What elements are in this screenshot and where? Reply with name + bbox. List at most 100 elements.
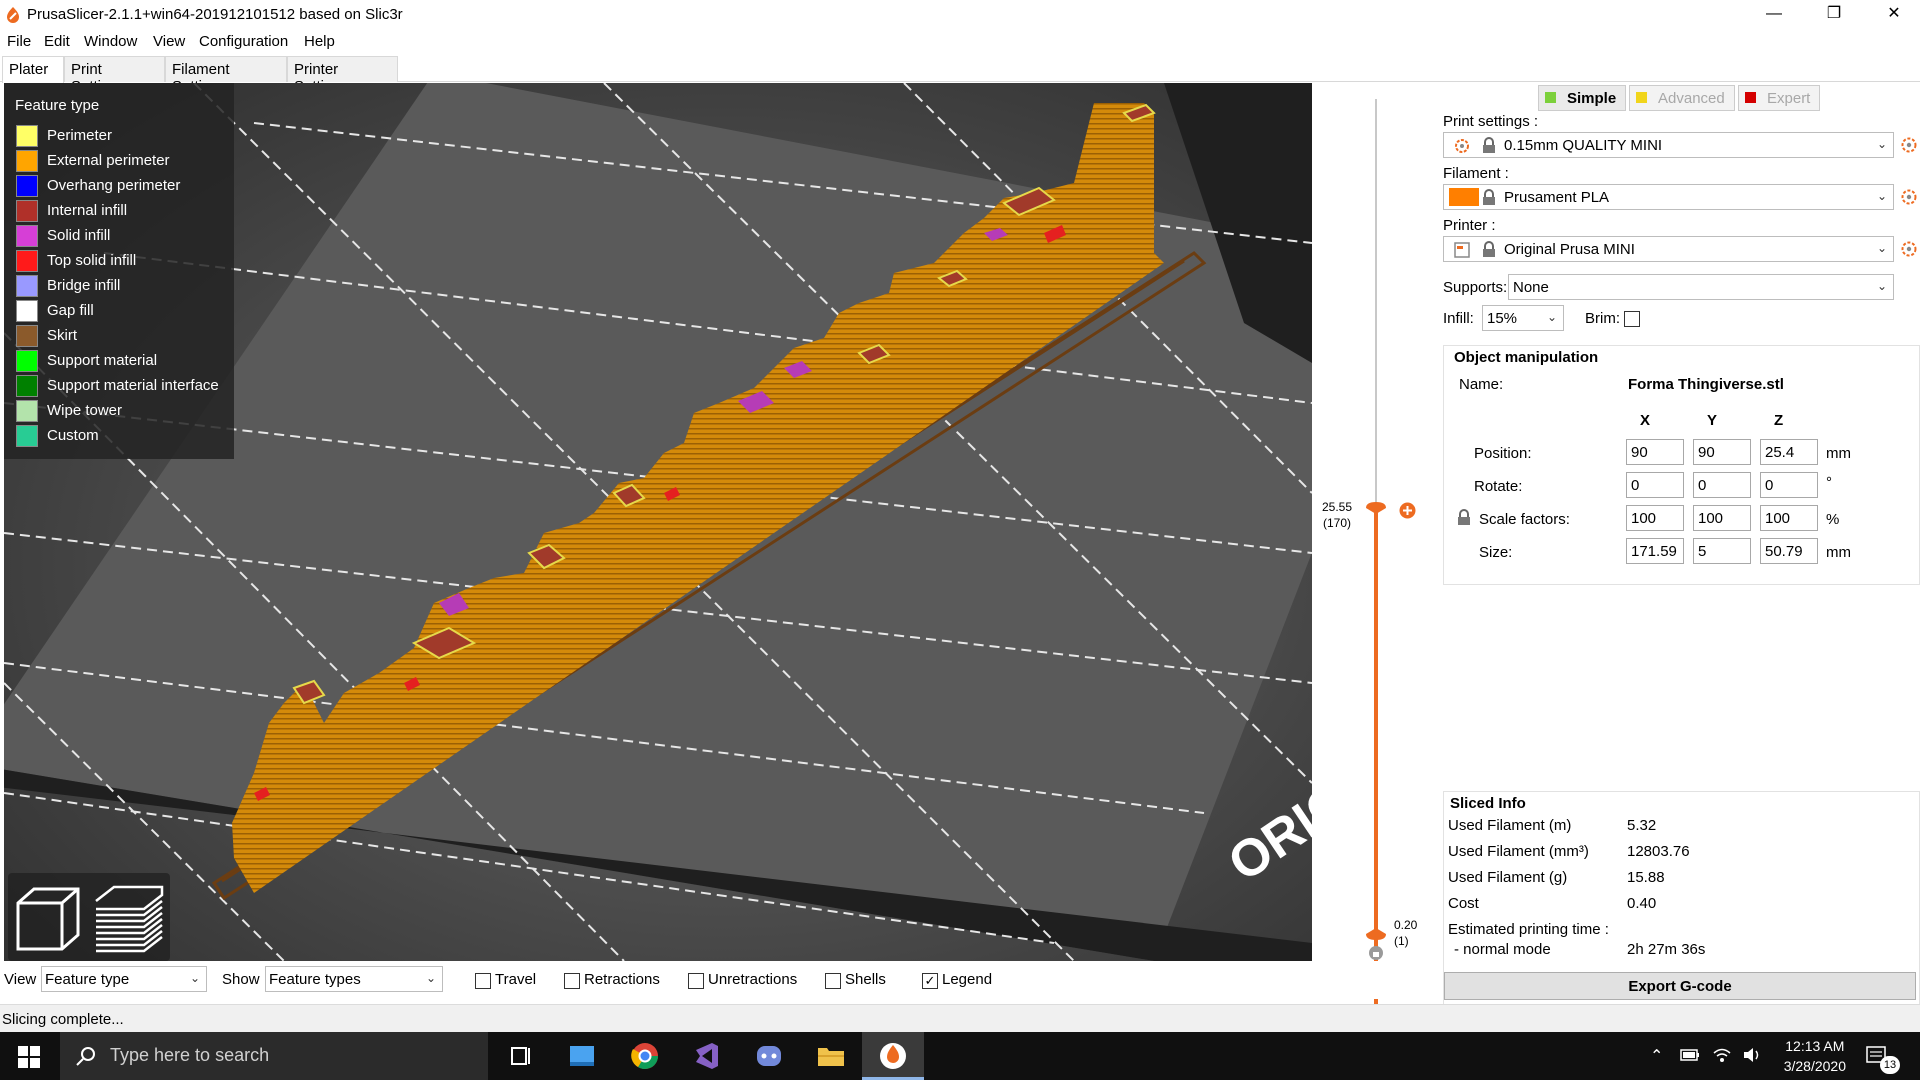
filament-color-swatch[interactable] [1449,188,1479,206]
rotate-x-input[interactable]: 0 [1626,472,1684,498]
rotate-y-input[interactable]: 0 [1693,472,1751,498]
wifi-icon[interactable] [1712,1046,1732,1064]
tab-plater[interactable]: Plater [2,56,64,83]
lower-thumb-icon[interactable] [1365,927,1387,941]
task-view-icon[interactable] [490,1032,552,1080]
object-manipulation-panel: Object manipulation Name: Forma Thingive… [1443,345,1920,585]
infill-label: Infill: [1443,310,1474,327]
legend-swatch [16,325,38,347]
unretractions-label: Unretractions [708,971,798,988]
shells-checkbox[interactable] [825,973,841,989]
menu-file[interactable]: File [7,33,31,50]
scale-lock-icon[interactable] [1457,509,1471,526]
name-label: Name: [1459,376,1504,393]
export-gcode-button[interactable]: Export G-code [1444,972,1916,1000]
show-label: Show [222,971,260,988]
menu-window[interactable]: Window [84,33,137,50]
print-settings-select[interactable]: 0.15mm QUALITY MINI ⌄ [1443,132,1894,158]
retractions-label: Retractions [584,971,660,988]
file-explorer-icon[interactable] [552,1032,614,1080]
show-features-value: Feature types [269,971,361,988]
menu-help[interactable]: Help [304,33,335,50]
taskbar: Type here to search ⌃ 12:13 AM 3/28/2020… [0,1032,1920,1080]
mode-expert-label: Expert [1767,90,1811,107]
slider-lock-icon[interactable] [1368,945,1384,961]
show-features-select[interactable]: Feature types ⌄ [265,966,443,992]
mode-simple-button[interactable]: Simple [1538,85,1626,111]
close-icon[interactable]: ✕ [1864,0,1920,30]
scale-x-input[interactable]: 100 [1626,505,1684,531]
battery-icon[interactable] [1680,1048,1700,1062]
scale-y-input[interactable]: 100 [1693,505,1751,531]
3d-preview-canvas[interactable]: ORIGI Feature type Perimeter External pe… [4,83,1312,961]
layer-slider-panel: 25.55 (170) 0.20 (1) [1312,83,1439,1013]
title-bar: PrusaSlicer-2.1.1+win64-201912101512 bas… [0,0,1920,30]
filament-gear-icon[interactable] [1900,188,1918,206]
menu-configuration[interactable]: Configuration [199,33,288,50]
unretractions-checkbox[interactable] [688,973,704,989]
scale-z-input[interactable]: 100 [1760,505,1818,531]
menu-view[interactable]: View [153,33,185,50]
maximize-icon[interactable]: ❐ [1804,0,1864,30]
system-clock[interactable]: 12:13 AM 3/28/2020 [1784,1036,1846,1076]
view-mode-toolbar [8,873,170,961]
legend-title: Feature type [15,97,100,114]
legend-label: Top solid infill [47,252,137,269]
taskbar-search-box[interactable]: Type here to search [60,1032,488,1080]
3d-view-icon[interactable] [12,883,84,955]
legend-label: Solid infill [47,227,111,244]
travel-checkbox[interactable] [475,973,491,989]
mode-expert-button[interactable]: Expert [1738,85,1820,111]
legend-swatch [16,350,38,372]
discord-icon[interactable] [738,1032,800,1080]
travel-label: Travel [495,971,537,988]
retractions-checkbox[interactable] [564,973,580,989]
print-settings-gear-icon[interactable] [1900,136,1918,154]
status-bar: Slicing complete... [0,1004,1920,1032]
brim-checkbox[interactable] [1624,311,1640,327]
legend-swatch [16,300,38,322]
folder-icon[interactable] [800,1032,862,1080]
view-type-select[interactable]: Feature type ⌄ [41,966,207,992]
supports-select[interactable]: None ⌄ [1508,274,1894,300]
legend-checkbox[interactable]: ✓ [922,973,938,989]
position-y-input[interactable]: 90 [1693,439,1751,465]
tab-filament-settings[interactable]: Filament Settings [165,56,287,95]
clock-date: 3/28/2020 [1783,1058,1846,1074]
tab-printer-settings[interactable]: Printer Settings [287,56,398,95]
upper-layer-label: 25.55 (170) [1322,499,1352,531]
preview-layers-icon[interactable] [92,881,166,955]
chrome-icon[interactable] [614,1032,676,1080]
size-y-input[interactable]: 5 [1693,538,1751,564]
object-manipulation-title: Object manipulation [1454,349,1599,366]
printer-gear-icon[interactable] [1900,240,1918,258]
menu-edit[interactable]: Edit [44,33,70,50]
mode-advanced-button[interactable]: Advanced [1629,85,1735,111]
prusaslicer-logo-icon [7,7,19,23]
legend-label: Support material [47,352,158,369]
mode-advanced-icon [1636,92,1647,103]
size-z-input[interactable]: 50.79 [1760,538,1818,564]
position-x-input[interactable]: 90 [1626,439,1684,465]
show-hidden-icons-icon[interactable]: ⌃ [1650,1046,1663,1066]
add-color-change-icon[interactable] [1399,502,1416,519]
infill-select[interactable]: 15% ⌄ [1482,305,1564,331]
legend-label: Internal infill [47,202,128,219]
print-settings-icon [1455,139,1469,153]
filament-label: Filament : [1443,165,1509,182]
windows-start-icon[interactable] [18,1046,40,1068]
visual-studio-icon[interactable] [676,1032,738,1080]
chevron-down-icon: ⌄ [1876,137,1887,151]
size-x-input[interactable]: 171.59 [1626,538,1684,564]
filament-select[interactable]: Prusament PLA ⌄ [1443,184,1894,210]
position-z-input[interactable]: 25.4 [1760,439,1818,465]
minimize-icon[interactable]: — [1744,0,1804,30]
printer-select[interactable]: Original Prusa MINI ⌄ [1443,236,1894,262]
prusaslicer-taskbar-icon[interactable] [862,1032,924,1080]
upper-thumb-icon[interactable] [1365,501,1387,515]
menu-bar: File Edit Window View Configuration Help [0,30,1920,54]
volume-icon[interactable] [1742,1046,1762,1064]
tab-print-settings[interactable]: Print Settings [64,56,165,95]
right-sidebar: Simple Advanced Expert Print settings : … [1439,83,1920,1045]
rotate-z-input[interactable]: 0 [1760,472,1818,498]
